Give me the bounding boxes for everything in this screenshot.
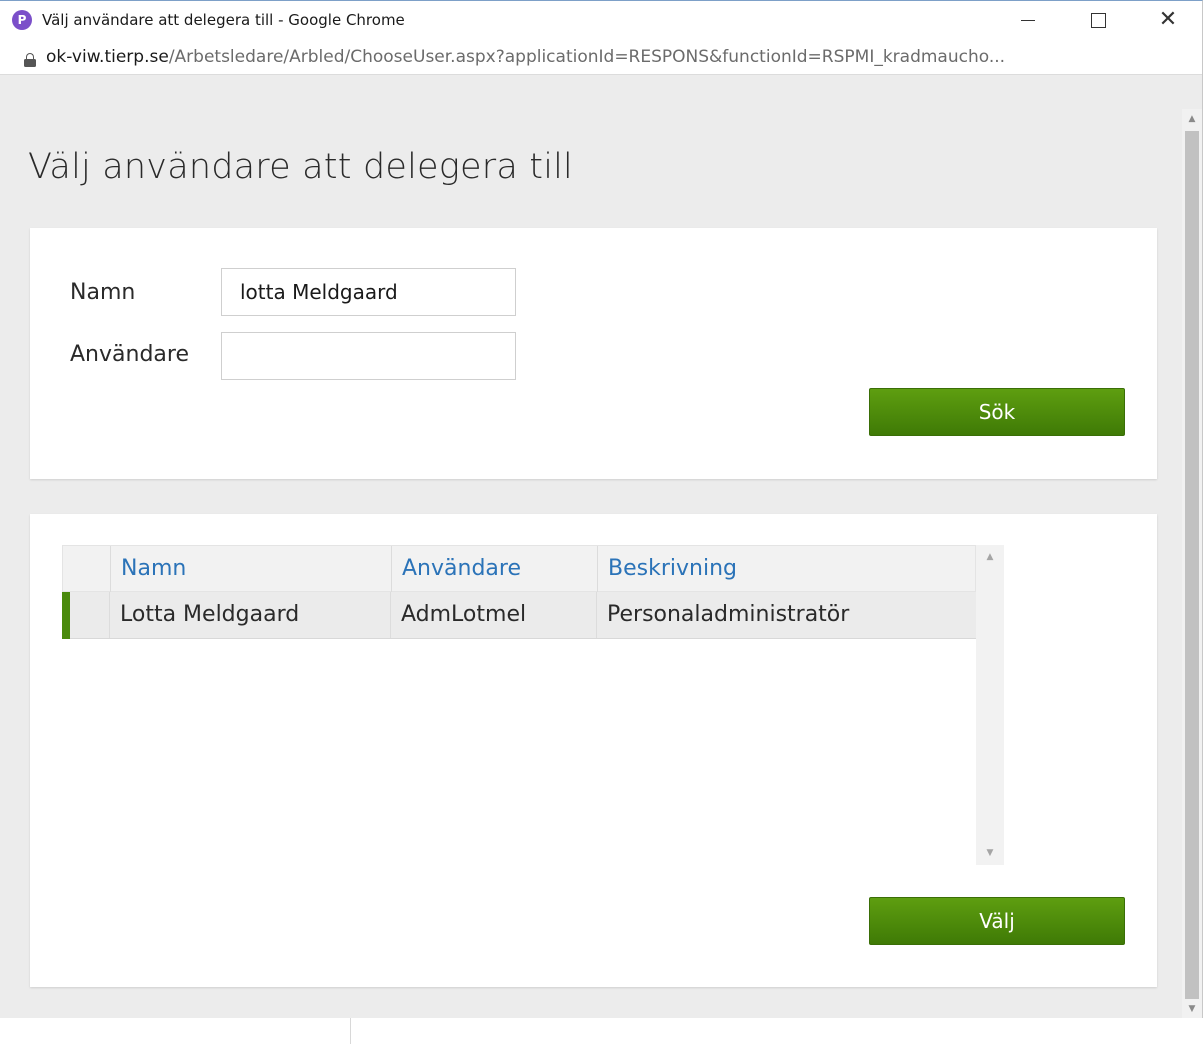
results-panel: Namn Användare Beskrivning Lotta Meldgaa…	[30, 514, 1157, 987]
selected-row-marker	[62, 592, 70, 639]
lock-icon[interactable]	[24, 53, 36, 67]
divider	[350, 1018, 351, 1044]
header-anvandare[interactable]: Användare	[402, 546, 521, 592]
cell-anvandare: AdmLotmel	[401, 602, 527, 627]
user-grid: Namn Användare Beskrivning Lotta Meldgaa…	[62, 545, 976, 865]
page-title: Välj användare att delegera till	[28, 147, 573, 187]
url-path: /Arbetsledare/Arbled/ChooseUser.aspx?app…	[168, 47, 1006, 67]
name-input[interactable]	[221, 268, 516, 316]
cell-namn: Lotta Meldgaard	[120, 602, 300, 627]
scrollbar-thumb[interactable]	[1185, 131, 1199, 999]
col-separator	[596, 592, 597, 638]
user-label: Användare	[70, 342, 189, 367]
scroll-up-icon[interactable]: ▲	[1182, 109, 1202, 129]
col-separator	[110, 546, 111, 592]
browser-window: P Välj användare att delegera till - Goo…	[0, 0, 1203, 1019]
col-separator	[597, 546, 598, 592]
grid-scrollbar[interactable]: ▲ ▼	[976, 545, 1004, 865]
maximize-icon	[1090, 12, 1106, 28]
name-label: Namn	[70, 280, 136, 305]
title-bar[interactable]: P Välj användare att delegera till - Goo…	[0, 1, 1202, 39]
col-separator	[390, 592, 391, 638]
maximize-button[interactable]	[1068, 1, 1128, 39]
search-panel: Namn Användare Sök	[30, 228, 1157, 479]
app-icon: P	[12, 10, 32, 30]
address-bar[interactable]: ok-viw.tierp.se/Arbetsledare/Arbled/Choo…	[0, 39, 1202, 75]
minimize-button[interactable]	[998, 1, 1058, 39]
scroll-up-icon[interactable]: ▲	[976, 545, 1004, 569]
cell-beskrivning: Personaladministratör	[607, 602, 850, 627]
url-host: ok-viw.tierp.se	[46, 47, 169, 67]
header-beskrivning[interactable]: Beskrivning	[608, 546, 737, 592]
col-separator	[109, 592, 110, 638]
col-separator	[391, 546, 392, 592]
search-button[interactable]: Sök	[869, 388, 1125, 436]
header-namn[interactable]: Namn	[121, 546, 186, 592]
page-scrollbar[interactable]: ▲ ▼	[1182, 109, 1202, 1019]
background-strip	[0, 1018, 1203, 1044]
url-text[interactable]: ok-viw.tierp.se/Arbetsledare/Arbled/Choo…	[46, 47, 1186, 67]
table-row[interactable]: Lotta Meldgaard AdmLotmel Personaladmini…	[62, 592, 976, 639]
grid-header: Namn Användare Beskrivning	[62, 545, 976, 592]
window-title: Välj användare att delegera till - Googl…	[42, 11, 405, 29]
select-button[interactable]: Välj	[869, 897, 1125, 945]
scroll-down-icon[interactable]: ▼	[976, 841, 1004, 865]
close-icon: ✕	[1158, 7, 1178, 32]
lock-body	[24, 59, 36, 67]
close-button[interactable]: ✕	[1138, 1, 1198, 39]
scroll-down-icon[interactable]: ▼	[1182, 999, 1202, 1019]
minimize-icon	[1021, 19, 1035, 21]
user-input[interactable]	[221, 332, 516, 380]
